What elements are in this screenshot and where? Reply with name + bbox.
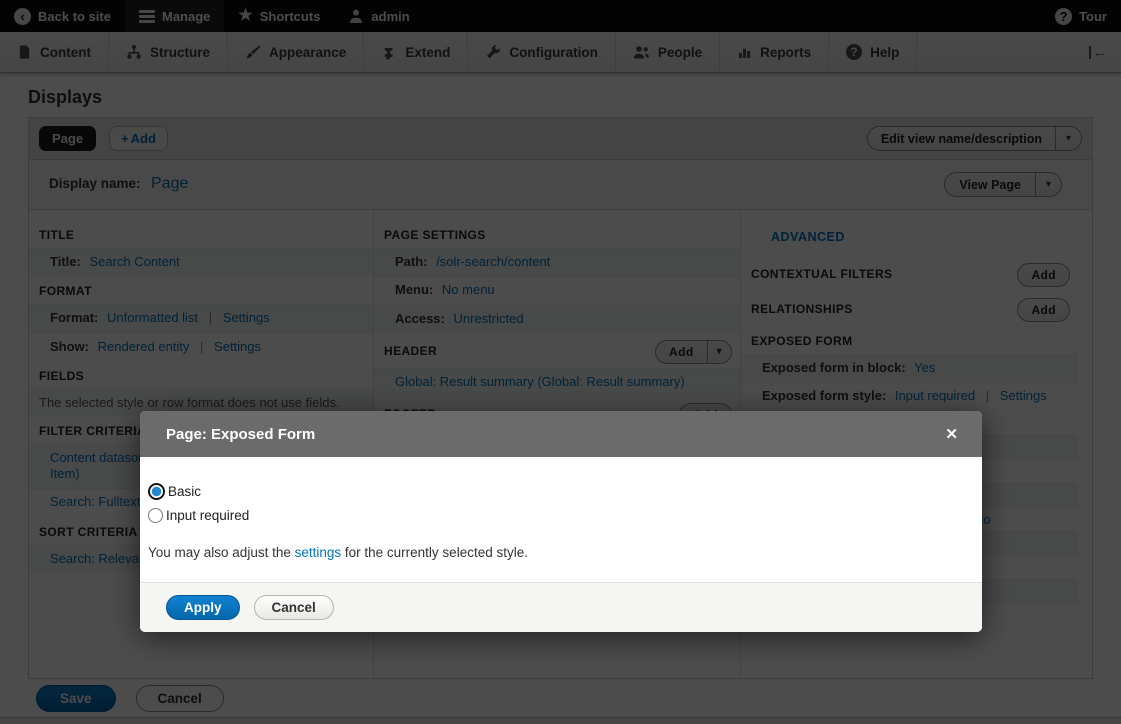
radio-option-basic[interactable]: Basic <box>148 483 956 500</box>
dialog-titlebar[interactable]: Page: Exposed Form ✕ <box>140 411 982 457</box>
radio-input-required-label: Input required <box>166 508 249 523</box>
exposed-form-dialog: Page: Exposed Form ✕ Basic Input require… <box>140 411 982 632</box>
radio-option-input-required[interactable]: Input required <box>148 508 956 523</box>
radio-selected-icon[interactable] <box>148 483 165 500</box>
dialog-title: Page: Exposed Form <box>166 426 941 443</box>
dialog-cancel-button[interactable]: Cancel <box>254 595 334 620</box>
dialog-body: Basic Input required You may also adjust… <box>140 457 982 582</box>
radio-unselected-icon[interactable] <box>148 508 163 523</box>
radio-basic-label: Basic <box>168 484 201 499</box>
dialog-footer: Apply Cancel <box>140 582 982 632</box>
dialog-help-text: You may also adjust the settings for the… <box>148 545 956 560</box>
apply-button[interactable]: Apply <box>166 595 240 620</box>
settings-link[interactable]: settings <box>295 545 342 560</box>
close-icon[interactable]: ✕ <box>941 423 962 445</box>
